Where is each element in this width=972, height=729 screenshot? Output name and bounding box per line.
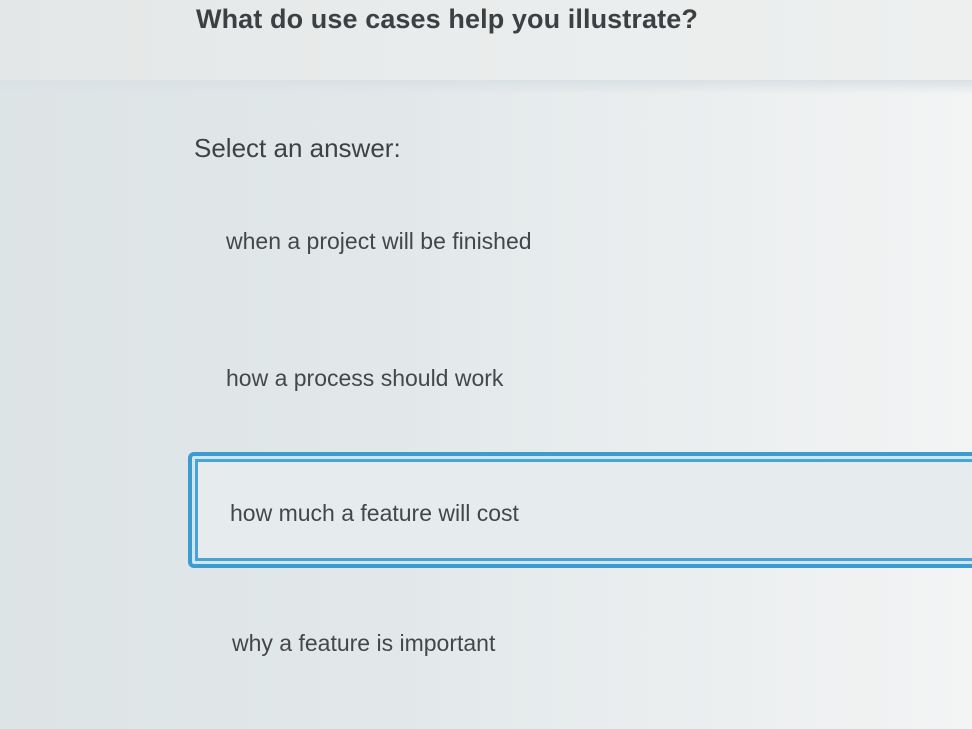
answer-option-label: how much a feature will cost [230, 500, 519, 526]
answer-option-feature-important[interactable]: why a feature is important [188, 592, 972, 702]
question-header: What do use cases help you illustrate? [0, 0, 972, 80]
question-title: What do use cases help you illustrate? [196, 4, 698, 34]
answer-option-feature-cost[interactable]: how much a feature will cost [188, 452, 972, 568]
answer-option-label: why a feature is important [232, 630, 496, 656]
answer-option-project-finished[interactable]: when a project will be finished [188, 188, 972, 298]
select-answer-label: Select an answer: [194, 133, 401, 163]
answer-option-process-work[interactable]: how a process should work [188, 325, 972, 435]
answer-option-label: how a process should work [226, 365, 504, 391]
answer-option-label: when a project will be finished [226, 228, 532, 254]
